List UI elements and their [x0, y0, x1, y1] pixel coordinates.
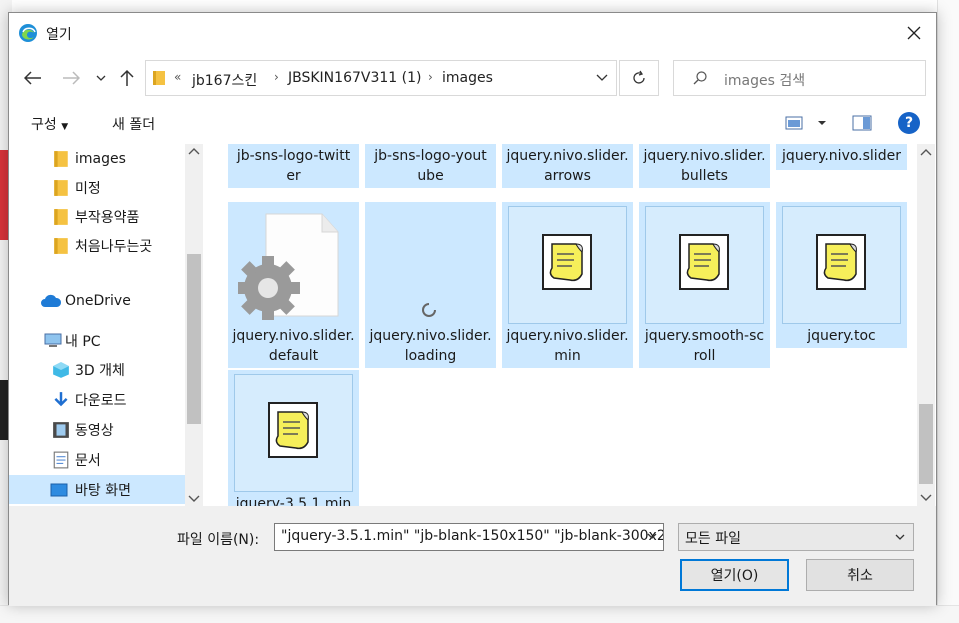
breadcrumb-separator-icon: ›	[274, 70, 279, 84]
scroll-up-icon[interactable]	[188, 146, 200, 156]
folder-icon	[54, 151, 68, 167]
recent-locations-button[interactable]	[93, 68, 109, 88]
scroll-down-icon[interactable]	[188, 494, 200, 504]
folder-icon	[54, 238, 68, 254]
navigation-scrollbar[interactable]	[185, 144, 203, 506]
change-view-button[interactable]	[785, 115, 829, 135]
download-icon	[54, 392, 68, 407]
nav-item-folder[interactable]: 미정	[9, 173, 185, 202]
file-item[interactable]: jquery.nivo.slider. loading	[365, 202, 496, 368]
caret-down-icon: ▼	[61, 122, 69, 132]
arrow-left-icon	[24, 71, 41, 85]
refresh-button[interactable]	[619, 60, 659, 96]
arrow-up-icon	[120, 69, 134, 86]
scroll-thumb[interactable]	[187, 254, 201, 424]
cancel-button[interactable]: 취소	[806, 559, 914, 591]
script-file-icon	[816, 234, 866, 290]
nav-item-downloads[interactable]: 다운로드	[9, 385, 185, 414]
up-button[interactable]	[117, 68, 137, 88]
scroll-down-icon[interactable]	[920, 493, 932, 503]
script-file-icon	[679, 234, 729, 290]
script-file-icon	[268, 402, 318, 458]
search-box[interactable]: images 검색	[673, 60, 926, 96]
view-icon	[785, 116, 826, 130]
breadcrumb-separator-icon: ›	[428, 70, 433, 84]
forward-button[interactable]	[61, 68, 81, 88]
file-item[interactable]: jquery.nivo.slider. arrows	[502, 144, 633, 188]
nav-item-3d-objects[interactable]: 3D 개체	[9, 355, 185, 384]
file-item[interactable]: jquery.toc	[776, 202, 907, 348]
nav-item-documents[interactable]: 문서	[9, 445, 185, 474]
nav-item-folder[interactable]: 부작용약품	[9, 202, 185, 231]
file-item[interactable]: jquery.smooth-sc roll	[639, 202, 770, 368]
chevron-down-icon[interactable]	[647, 532, 657, 540]
file-list: jb-sns-logo-twitt er jb-sns-logo-yout ub…	[225, 144, 917, 506]
preview-pane-icon	[852, 115, 872, 131]
open-file-dialog: 열기 « jb167스킨 › JBSKIN167V311 (1) › image…	[8, 12, 937, 606]
desktop-icon	[50, 483, 68, 497]
nav-item-images[interactable]: images	[9, 144, 185, 173]
nav-item-onedrive[interactable]: OneDrive	[9, 286, 185, 315]
back-button[interactable]	[23, 68, 43, 88]
close-button[interactable]	[900, 19, 928, 47]
address-overflow[interactable]: «	[174, 70, 181, 84]
file-item[interactable]: jquery-3.5.1.min	[228, 370, 359, 506]
nav-item-this-pc[interactable]: 내 PC	[9, 326, 185, 355]
chevron-down-icon	[895, 534, 905, 540]
command-bar: 구성 ▼ 새 폴더 ?	[9, 107, 936, 141]
scroll-thumb[interactable]	[919, 404, 933, 484]
new-folder-button[interactable]: 새 폴더	[112, 114, 155, 134]
nav-item-videos[interactable]: 동영상	[9, 415, 185, 444]
file-item[interactable]: jquery.nivo.slider. bullets	[639, 144, 770, 188]
help-button[interactable]: ?	[898, 112, 920, 134]
cube-icon	[53, 362, 69, 378]
window-title: 열기	[46, 27, 72, 43]
open-button[interactable]: 열기(O)	[680, 559, 789, 591]
folder-icon	[54, 209, 68, 225]
title-bar: 열기	[9, 13, 936, 53]
navigation-pane: images 미정 부작용약품 처음나두는곳 OneDrive 내 PC 3D …	[9, 144, 205, 506]
close-icon	[907, 26, 921, 40]
dialog-footer: 파일 이름(N): "jquery-3.5.1.min" "jb-blank-1…	[9, 506, 936, 606]
video-icon	[53, 422, 69, 438]
background-app-right	[937, 0, 959, 623]
search-placeholder: images 검색	[724, 73, 806, 89]
search-icon	[693, 71, 707, 85]
refresh-icon	[633, 70, 645, 84]
loading-gif-icon	[422, 303, 436, 317]
nav-item-folder[interactable]: 처음나두는곳	[9, 231, 185, 260]
file-item[interactable]: jb-sns-logo-yout ube	[365, 144, 496, 188]
background-app-bottom	[0, 605, 959, 623]
preview-pane-button[interactable]	[852, 115, 872, 135]
cloud-icon	[41, 294, 62, 307]
folder-icon	[54, 180, 68, 196]
file-item[interactable]: jb-sns-logo-twitt er	[228, 144, 359, 188]
document-icon	[53, 451, 69, 469]
nav-item-desktop[interactable]: 바탕 화면	[9, 475, 185, 504]
filename-label: 파일 이름(N):	[177, 532, 260, 548]
settings-file-icon	[238, 213, 339, 320]
file-item[interactable]: jquery.nivo.slider. min	[502, 202, 633, 368]
file-item[interactable]: jquery.nivo.slider. default	[228, 202, 359, 368]
breadcrumb-segment-3[interactable]: images	[442, 70, 493, 86]
computer-icon	[44, 333, 62, 347]
file-list-scrollbar[interactable]	[917, 144, 935, 506]
script-file-icon	[542, 234, 592, 290]
filename-input[interactable]: "jquery-3.5.1.min" "jb-blank-150x150" "j…	[274, 523, 664, 551]
file-item[interactable]: jquery.nivo.slider	[776, 144, 907, 170]
breadcrumb-segment-2[interactable]: JBSKIN167V311 (1)	[288, 70, 421, 86]
chevron-down-icon	[96, 75, 106, 81]
chevron-down-icon[interactable]	[596, 71, 608, 83]
organize-button[interactable]: 구성 ▼	[31, 114, 68, 134]
scroll-up-icon[interactable]	[920, 147, 932, 157]
arrow-right-icon	[63, 71, 80, 85]
edge-browser-icon	[19, 24, 37, 42]
address-bar[interactable]: « jb167스킨 › JBSKIN167V311 (1) › images	[145, 60, 617, 96]
file-type-select[interactable]: 모든 파일	[678, 523, 914, 551]
breadcrumb-segment-1[interactable]: jb167스킨	[192, 70, 257, 90]
folder-icon	[153, 71, 165, 85]
